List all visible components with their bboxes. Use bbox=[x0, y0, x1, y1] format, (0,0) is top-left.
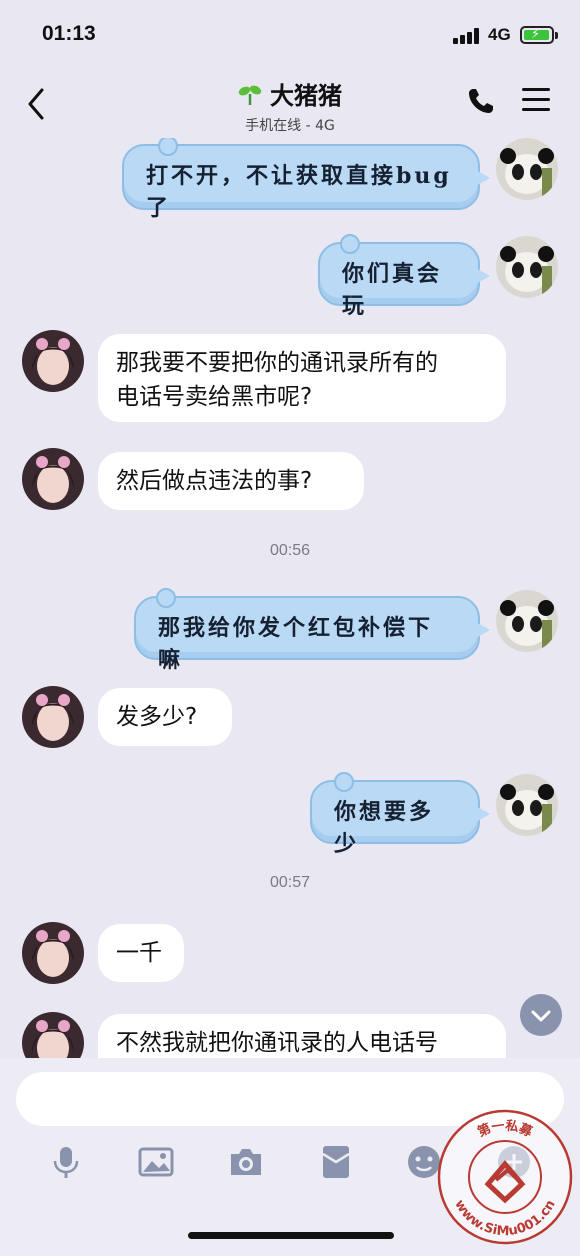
message-text: 那我给你发个红包补偿下嘛 bbox=[158, 615, 434, 673]
timestamp: 00:57 bbox=[269, 874, 311, 891]
message-bubble-received[interactable]: 发多少? bbox=[98, 688, 232, 746]
red-packet-icon[interactable] bbox=[318, 1144, 354, 1180]
message-bubble-sent[interactable]: 打不开，不让获取直接bug了 bbox=[122, 138, 490, 221]
home-indicator bbox=[188, 1232, 394, 1239]
chevron-down-icon bbox=[531, 1010, 551, 1022]
message-text: 打不开，不让获取直接bug了 bbox=[146, 163, 452, 221]
contact-status: 手机在线 - 4G bbox=[245, 118, 335, 134]
timestamp: 00:56 bbox=[269, 542, 311, 559]
watermark-seal: 第一私募 www.SiMu001.cn bbox=[437, 1109, 573, 1245]
message-text-line: 那我要不要把你的通讯录所有的 bbox=[116, 350, 438, 376]
message-bubble-received[interactable]: 然后做点违法的事? bbox=[98, 452, 364, 510]
avatar-contact[interactable] bbox=[22, 448, 84, 510]
sprout-icon bbox=[238, 85, 262, 105]
microphone-icon[interactable] bbox=[48, 1144, 84, 1180]
message-text-line: 电话号卖给黑市呢? bbox=[116, 384, 313, 410]
battery-charging-icon: ⚡ bbox=[520, 26, 558, 44]
camera-icon[interactable] bbox=[228, 1144, 264, 1180]
message-bubble-received[interactable]: 那我要不要把你的通讯录所有的 电话号卖给黑市呢? bbox=[98, 334, 506, 422]
contact-name: 大猪猪 bbox=[270, 82, 342, 110]
message-list[interactable]: 打不开，不让获取直接bug了 你们真会玩 那我要不要把你的通讯录所有的 电话号卖… bbox=[0, 138, 580, 1058]
image-icon[interactable] bbox=[138, 1144, 174, 1180]
message-bubble-sent[interactable]: 你想要多少 bbox=[310, 772, 490, 857]
avatar-self[interactable] bbox=[496, 138, 558, 200]
message-text: 然后做点违法的事? bbox=[116, 468, 313, 494]
status-bar: 01:13 4G ⚡ bbox=[0, 0, 580, 62]
chat-header: 大猪猪 手机在线 - 4G bbox=[0, 62, 580, 138]
status-time: 01:13 bbox=[42, 22, 96, 45]
scroll-to-bottom-button[interactable] bbox=[520, 994, 562, 1036]
message-text: 发多少? bbox=[116, 704, 198, 730]
phone-icon[interactable] bbox=[466, 86, 496, 116]
avatar-contact[interactable] bbox=[22, 922, 84, 984]
avatar-contact[interactable] bbox=[22, 330, 84, 392]
avatar-contact[interactable] bbox=[22, 1012, 84, 1058]
avatar-contact[interactable] bbox=[22, 686, 84, 748]
message-bubble-received[interactable]: 一千 bbox=[98, 924, 184, 982]
avatar-self[interactable] bbox=[496, 236, 558, 298]
message-text: 不然我就把你通讯录的人电话号 bbox=[116, 1030, 438, 1056]
avatar-self[interactable] bbox=[496, 590, 558, 652]
menu-icon[interactable] bbox=[522, 88, 550, 112]
message-text: 你想要多少 bbox=[334, 799, 435, 857]
avatar-self[interactable] bbox=[496, 774, 558, 836]
message-text: 一千 bbox=[116, 940, 162, 966]
message-bubble-sent[interactable]: 你们真会玩 bbox=[318, 234, 490, 319]
message-bubble-sent[interactable]: 那我给你发个红包补偿下嘛 bbox=[134, 588, 490, 673]
signal-icon bbox=[453, 28, 481, 44]
message-text: 你们真会玩 bbox=[342, 261, 443, 319]
network-type: 4G bbox=[488, 25, 511, 44]
message-bubble-received[interactable]: 不然我就把你通讯录的人电话号 bbox=[98, 1014, 506, 1058]
